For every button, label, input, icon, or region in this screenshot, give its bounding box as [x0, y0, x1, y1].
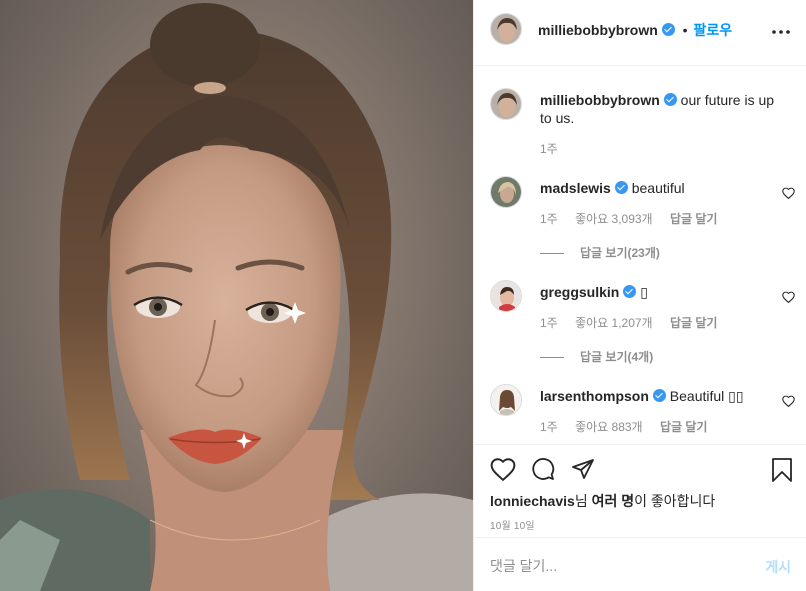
caption-text-block: milliebobbybrown our future is up to us.: [540, 91, 780, 127]
verified-badge-icon: [623, 285, 637, 298]
post-date[interactable]: 10월 10일: [490, 517, 535, 532]
replies-line: [540, 253, 564, 255]
liker-username[interactable]: lonniechavis: [490, 493, 575, 509]
comment-input[interactable]: 댓글 달기...: [490, 556, 740, 576]
comment-meta: 1주 좋아요 1,207개 답글 달기: [540, 314, 731, 331]
author-avatar[interactable]: [490, 13, 522, 45]
likes-text-end: 이 좋아합니다: [634, 493, 716, 509]
verified-badge-icon: [652, 389, 666, 402]
save-bookmark-icon[interactable]: [771, 457, 793, 486]
replies-line: [540, 357, 564, 359]
comment-username[interactable]: greggsulkin: [540, 284, 619, 300]
comment-time[interactable]: 1주: [540, 316, 558, 330]
comment-text-block: madslewis beautiful: [540, 179, 780, 197]
reply-button[interactable]: 답글 달기: [670, 212, 718, 226]
comment-like-heart-icon[interactable]: [782, 394, 795, 410]
like-heart-icon[interactable]: [490, 457, 516, 484]
caption-username[interactable]: milliebobbybrown: [540, 92, 660, 108]
comment-username[interactable]: madslewis: [540, 180, 611, 196]
add-comment-bar: 댓글 달기... 게시: [474, 537, 806, 591]
view-replies-button[interactable]: 답글 보기(23개): [540, 244, 660, 261]
comment-item: larsenthompson Beautiful ▯▯ 1주 좋아요 883개 …: [490, 384, 795, 444]
caption-time[interactable]: 1주: [540, 142, 558, 156]
header-author-line: milliebobbybrown • 팔로우: [538, 20, 732, 40]
comment-bubble-icon[interactable]: [530, 457, 556, 484]
comment-likes[interactable]: 좋아요 3,093개: [575, 212, 653, 226]
comment-item: greggsulkin ▯ 1주 좋아요 1,207개 답글 달기 답글 보기(…: [490, 280, 795, 370]
comment-text-block: greggsulkin ▯: [540, 283, 780, 301]
comment-username[interactable]: larsenthompson: [540, 388, 649, 404]
comment-text: Beautiful ▯▯: [669, 388, 744, 404]
share-paper-plane-icon[interactable]: [570, 457, 596, 484]
verified-badge-icon: [661, 23, 675, 36]
comment-meta: 1주 좋아요 3,093개 답글 달기: [540, 210, 731, 227]
comments-list[interactable]: milliebobbybrown our future is up to us.…: [474, 66, 806, 444]
comment-meta: 1주 좋아요 883개 답글 달기: [540, 418, 721, 435]
post-photo[interactable]: [0, 0, 473, 591]
comment-likes[interactable]: 좋아요 883개: [575, 420, 643, 434]
comment-avatar[interactable]: [490, 384, 522, 416]
caption: milliebobbybrown our future is up to us.…: [490, 88, 795, 160]
post-comment-button[interactable]: 게시: [765, 557, 791, 577]
header-username[interactable]: milliebobbybrown: [538, 22, 658, 38]
comment-time[interactable]: 1주: [540, 212, 558, 226]
likes-others-link[interactable]: 여러 명: [592, 493, 635, 509]
caption-meta: 1주: [540, 140, 572, 157]
likes-text-mid: 님: [574, 493, 592, 509]
verified-badge-icon: [614, 181, 628, 194]
view-replies-label: 답글 보기(23개): [580, 246, 660, 260]
comment-avatar[interactable]: [490, 176, 522, 208]
reply-button[interactable]: 답글 달기: [660, 420, 708, 434]
caption-avatar[interactable]: [490, 88, 522, 120]
comment-like-heart-icon[interactable]: [782, 290, 795, 306]
comment-item: madslewis beautiful 1주 좋아요 3,093개 답글 달기 …: [490, 176, 795, 266]
likes-summary: lonniechavis님 여러 명이 좋아합니다: [490, 491, 715, 511]
reply-button[interactable]: 답글 달기: [670, 316, 718, 330]
view-replies-button[interactable]: 답글 보기(4개): [540, 348, 653, 365]
comment-like-heart-icon[interactable]: [782, 186, 795, 202]
post-header: milliebobbybrown • 팔로우: [474, 0, 806, 66]
view-replies-label: 답글 보기(4개): [580, 350, 654, 364]
portrait-image: [0, 3, 473, 591]
comment-time[interactable]: 1주: [540, 420, 558, 434]
comment-text: beautiful: [631, 180, 685, 196]
post-actions: lonniechavis님 여러 명이 좋아합니다 10월 10일: [474, 444, 806, 537]
more-options-icon[interactable]: [771, 22, 791, 42]
post-side-panel: milliebobbybrown • 팔로우 milliebobbybrown …: [473, 0, 806, 591]
header-dot: •: [682, 22, 688, 38]
comment-text-block: larsenthompson Beautiful ▯▯: [540, 387, 780, 405]
comment-likes[interactable]: 좋아요 1,207개: [575, 316, 653, 330]
follow-button[interactable]: 팔로우: [693, 22, 732, 38]
comment-text: ▯: [640, 284, 648, 300]
verified-badge-icon: [663, 93, 677, 106]
comment-avatar[interactable]: [490, 280, 522, 312]
